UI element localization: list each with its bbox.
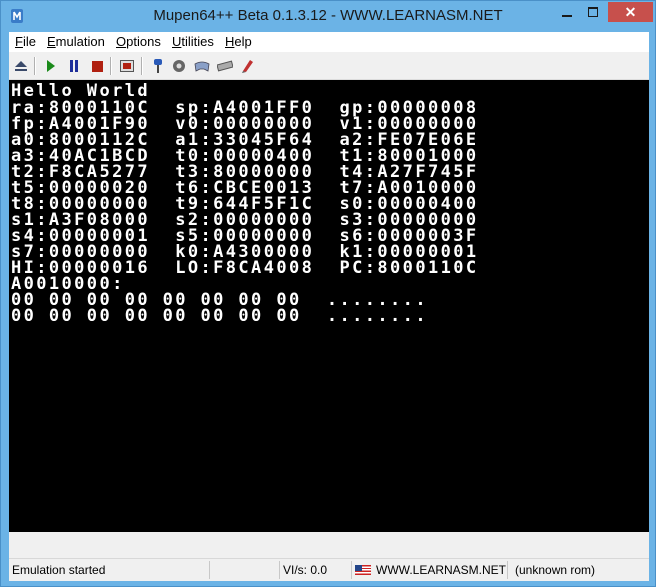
- play-icon: [47, 60, 55, 72]
- menu-file-label: ile: [22, 34, 36, 49]
- controller-icon: [194, 61, 210, 72]
- menu-file-accel: F: [15, 34, 23, 49]
- menu-emulation[interactable]: Emulation: [47, 34, 105, 49]
- fullscreen-icon: [120, 60, 134, 72]
- menu-utilities-accel: U: [172, 34, 182, 49]
- menu-bar: File Emulation Options Utilities Help: [9, 32, 649, 52]
- menu-file[interactable]: File: [15, 34, 36, 49]
- rom-browser-icon: [173, 60, 185, 72]
- emulator-window: Mupen64++ Beta 0.1.3.12 - WWW.LEARNASM.N…: [0, 0, 656, 587]
- close-button[interactable]: ✕: [608, 2, 653, 22]
- stop-icon: [91, 60, 103, 72]
- menu-utilities-label: tilities: [181, 34, 214, 49]
- status-rom: (unknown rom): [507, 561, 649, 579]
- menu-options-accel: O: [116, 34, 127, 49]
- close-icon: ✕: [624, 4, 637, 20]
- status-message: Emulation started: [12, 563, 106, 577]
- menu-help-label: elp: [234, 34, 252, 49]
- screen-line: 00 00 00 00 00 00 00 00 ........: [11, 306, 428, 326]
- pause-icon: [70, 60, 78, 72]
- status-site-text: WWW.LEARNASM.NET: [376, 563, 507, 577]
- stop-button[interactable]: [88, 57, 106, 75]
- eject-icon: [15, 61, 27, 71]
- menu-utilities[interactable]: Utilities: [172, 34, 214, 49]
- audio-icon: [217, 60, 233, 72]
- plugin-settings-icon: [154, 59, 162, 73]
- emulator-screen[interactable]: Hello World ra:8000110C sp:A4001FF0 gp:0…: [9, 80, 649, 532]
- toolbar-separator: [141, 57, 143, 75]
- menu-emulation-label: mulation: [55, 34, 105, 49]
- fullscreen-button[interactable]: [118, 57, 136, 75]
- menu-help-accel: H: [225, 34, 235, 49]
- pause-button[interactable]: [65, 57, 83, 75]
- status-empty: [209, 561, 279, 579]
- title-bar[interactable]: Mupen64++ Beta 0.1.3.12 - WWW.LEARNASM.N…: [1, 1, 655, 32]
- maximize-button[interactable]: [580, 2, 606, 22]
- minimize-button[interactable]: [554, 2, 580, 22]
- menu-options[interactable]: Options: [116, 34, 161, 49]
- toolbar: [9, 53, 649, 80]
- client-area: File Emulation Options Utilities Help He…: [9, 32, 649, 581]
- toolbar-separator: [110, 57, 112, 75]
- menu-options-label: ptions: [126, 34, 161, 49]
- status-vi-rate: VI/s: 0.0: [279, 561, 351, 579]
- toolbar-separator: [34, 57, 36, 75]
- screen-footer: [9, 532, 649, 558]
- plugin-settings-button[interactable]: [149, 57, 167, 75]
- menu-emulation-accel: E: [47, 34, 56, 49]
- controller-button[interactable]: [193, 57, 211, 75]
- play-button[interactable]: [42, 57, 60, 75]
- flag-icon: [355, 565, 371, 575]
- status-site: WWW.LEARNASM.NET: [351, 561, 507, 579]
- menu-help[interactable]: Help: [225, 34, 252, 49]
- eject-button[interactable]: [12, 57, 30, 75]
- screen-line: Hello World: [11, 81, 150, 101]
- rsp-button[interactable]: [239, 57, 257, 75]
- rsp-icon: [242, 60, 253, 73]
- audio-button[interactable]: [216, 57, 234, 75]
- status-bar: Emulation started VI/s: 0.0 WWW.LEARNASM…: [9, 558, 649, 581]
- rom-browser-button[interactable]: [170, 57, 188, 75]
